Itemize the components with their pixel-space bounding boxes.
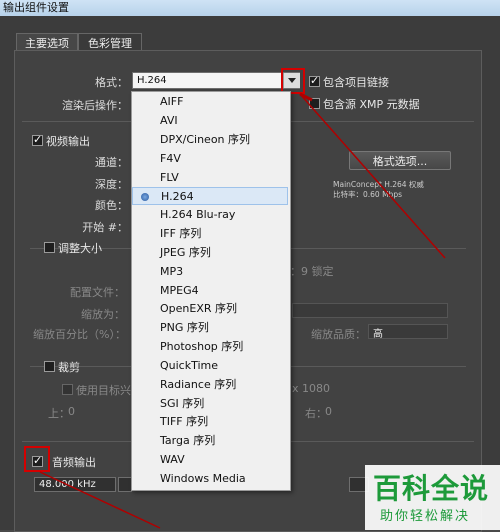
dropdown-option-tiff[interactable]: TIFF 序列 [132, 413, 288, 431]
selected-radio-icon [141, 193, 149, 201]
dropdown-option-photoshop[interactable]: Photoshop 序列 [132, 338, 288, 356]
dropdown-option-aiff[interactable]: AIFF [132, 93, 288, 111]
dropdown-option-h264[interactable]: H.264 [132, 187, 288, 205]
dropdown-option-radiance[interactable]: Radiance 序列 [132, 376, 288, 394]
dropdown-option-png[interactable]: PNG 序列 [132, 319, 288, 337]
dropdown-option-label: H.264 [161, 190, 194, 203]
dropdown-option-quicktime[interactable]: QuickTime [132, 357, 288, 375]
dropdown-option-windows-media[interactable]: Windows Media [132, 470, 288, 488]
dropdown-option-mpeg4[interactable]: MPEG4 [132, 282, 288, 300]
dropdown-option-openexr[interactable]: OpenEXR 序列 [132, 300, 288, 318]
dropdown-option-dpx[interactable]: DPX/Cineon 序列 [132, 131, 288, 149]
watermark-title: 百科全说 [373, 472, 490, 505]
dropdown-option-targa[interactable]: Targa 序列 [132, 432, 288, 450]
dropdown-option-sgi[interactable]: SGI 序列 [132, 395, 288, 413]
dropdown-option-avi[interactable]: AVI [132, 112, 288, 130]
dropdown-option-jpeg[interactable]: JPEG 序列 [132, 244, 288, 262]
dropdown-option-flv[interactable]: FLV [132, 169, 288, 187]
dropdown-option-iff[interactable]: IFF 序列 [132, 225, 288, 243]
dropdown-option-wav[interactable]: WAV [132, 451, 288, 469]
watermark-logo: 百科全说 助你轻松解决 [365, 465, 500, 530]
dropdown-option-f4v[interactable]: F4V [132, 150, 288, 168]
annotation-line-dropdown [299, 93, 446, 259]
dropdown-option-mp3[interactable]: MP3 [132, 263, 288, 281]
format-dropdown-list: AIFF AVI DPX/Cineon 序列 F4V FLV H.264 H.2… [131, 91, 291, 491]
dropdown-option-h264-bluray[interactable]: H.264 Blu-ray [132, 206, 288, 224]
watermark-subtitle: 助你轻松解决 [380, 509, 471, 524]
